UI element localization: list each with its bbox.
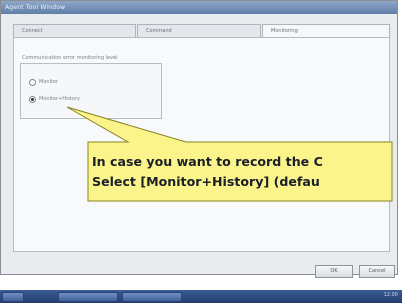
- taskbar-app-button[interactable]: [58, 292, 118, 302]
- callout-line-2: Select [Monitor+History] (defau: [92, 174, 320, 189]
- ok-button[interactable]: OK: [315, 265, 353, 278]
- callout-text: In case you want to record the C Select …: [92, 152, 392, 192]
- cancel-button[interactable]: Cancel: [359, 265, 395, 278]
- taskbar-clock: 12:00: [383, 292, 398, 298]
- callout-line-1: In case you want to record the C: [92, 154, 323, 169]
- start-button[interactable]: [2, 292, 24, 302]
- taskbar-app-button-2[interactable]: [122, 292, 182, 302]
